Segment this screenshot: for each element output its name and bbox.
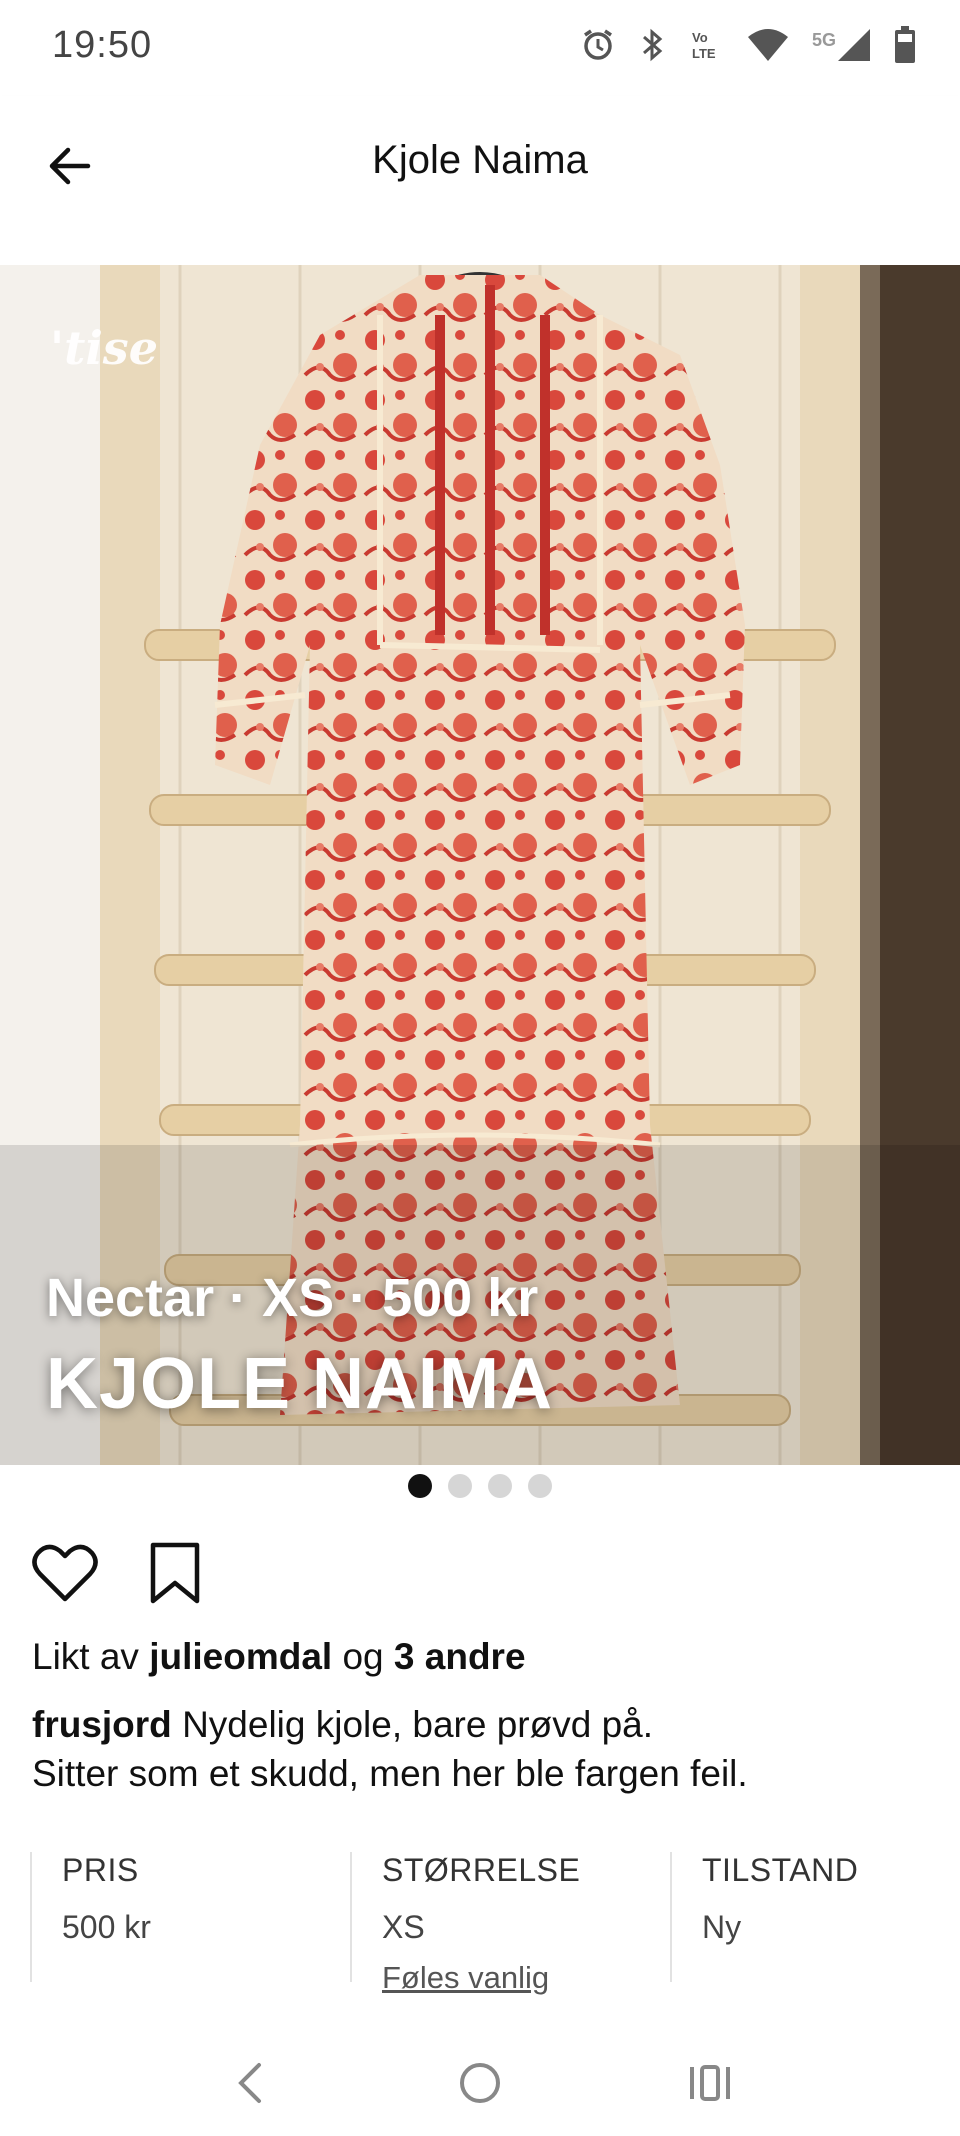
circle-home-icon xyxy=(460,2063,500,2103)
pagination-dot[interactable] xyxy=(488,1474,512,1498)
battery-icon xyxy=(895,26,915,63)
nav-recents-button[interactable] xyxy=(680,2053,740,2113)
size-value: XS xyxy=(382,1909,425,1945)
nav-home-button[interactable] xyxy=(450,2053,510,2113)
bluetooth-icon xyxy=(642,28,663,62)
like-button[interactable] xyxy=(30,1538,100,1608)
caption-text: Nydelig kjole, bare prøvd på. xyxy=(182,1704,654,1745)
page-title: Kjole Naima xyxy=(372,138,588,182)
size-label: STØRRELSE xyxy=(382,1852,581,1888)
likes-conjunction: og xyxy=(342,1636,384,1677)
chevron-left-icon xyxy=(238,2063,261,2103)
status-bar: 19:50 Vo LTE 5G xyxy=(0,0,960,96)
size-fit-link[interactable]: Føles vanlig xyxy=(382,1960,580,1996)
product-photo[interactable]: 'tise Nectar · XS · 500 kr KJOLE NAIMA xyxy=(0,265,960,1465)
scrolled-content-peek xyxy=(0,236,960,266)
listing-details: PRIS 500 kr STØRRELSE XS Føles vanlig TI… xyxy=(30,1852,930,1995)
price-label: PRIS xyxy=(62,1852,139,1888)
photo-title-overlay: KJOLE NAIMA xyxy=(46,1344,554,1424)
wifi-icon xyxy=(747,29,788,61)
status-time: 19:50 xyxy=(52,24,153,66)
pagination-dot[interactable] xyxy=(408,1474,432,1498)
network-type-label: 5G xyxy=(811,30,836,50)
action-row xyxy=(30,1538,210,1608)
heart-icon xyxy=(32,1544,98,1602)
listing-caption: frusjord Nydelig kjole, bare prøvd på. S… xyxy=(32,1700,932,1798)
condition-detail: TILSTAND Ny xyxy=(670,1852,858,1982)
alarm-icon xyxy=(584,29,612,60)
svg-text:Vo: Vo xyxy=(692,30,708,45)
bookmark-icon xyxy=(150,1542,200,1604)
size-detail: STØRRELSE XS Føles vanlig xyxy=(350,1852,581,1995)
price-value: 500 kr xyxy=(62,1909,151,1945)
photo-meta-overlay: Nectar · XS · 500 kr xyxy=(46,1268,539,1328)
status-icons: Vo LTE 5G xyxy=(580,26,916,64)
likes-prefix: Likt av xyxy=(32,1636,139,1677)
condition-value: Ny xyxy=(702,1909,742,1945)
recents-icon xyxy=(690,2065,730,2101)
volte-icon: VoLTE xyxy=(692,30,716,61)
seller-username[interactable]: frusjord xyxy=(32,1704,172,1745)
signal-icon xyxy=(838,29,870,61)
likes-summary: Likt av julieomdal og 3 andre xyxy=(32,1636,526,1678)
photo-pagination xyxy=(0,1474,960,1498)
liker-username[interactable]: julieomdal xyxy=(149,1636,332,1677)
caption-text-line2: Sitter som et skudd, men her ble fargen … xyxy=(32,1753,748,1794)
price-detail: PRIS 500 kr xyxy=(30,1852,151,1982)
nav-back-button[interactable] xyxy=(220,2053,280,2113)
save-button[interactable] xyxy=(140,1538,210,1608)
system-nav-bar xyxy=(0,2030,960,2136)
likes-others-link[interactable]: 3 andre xyxy=(394,1636,526,1677)
app-bar: Kjole Naima xyxy=(0,96,960,236)
pagination-dot[interactable] xyxy=(448,1474,472,1498)
condition-label: TILSTAND xyxy=(702,1852,859,1888)
svg-text:LTE: LTE xyxy=(692,46,716,61)
tise-watermark: 'tise xyxy=(50,321,158,375)
pagination-dot[interactable] xyxy=(528,1474,552,1498)
